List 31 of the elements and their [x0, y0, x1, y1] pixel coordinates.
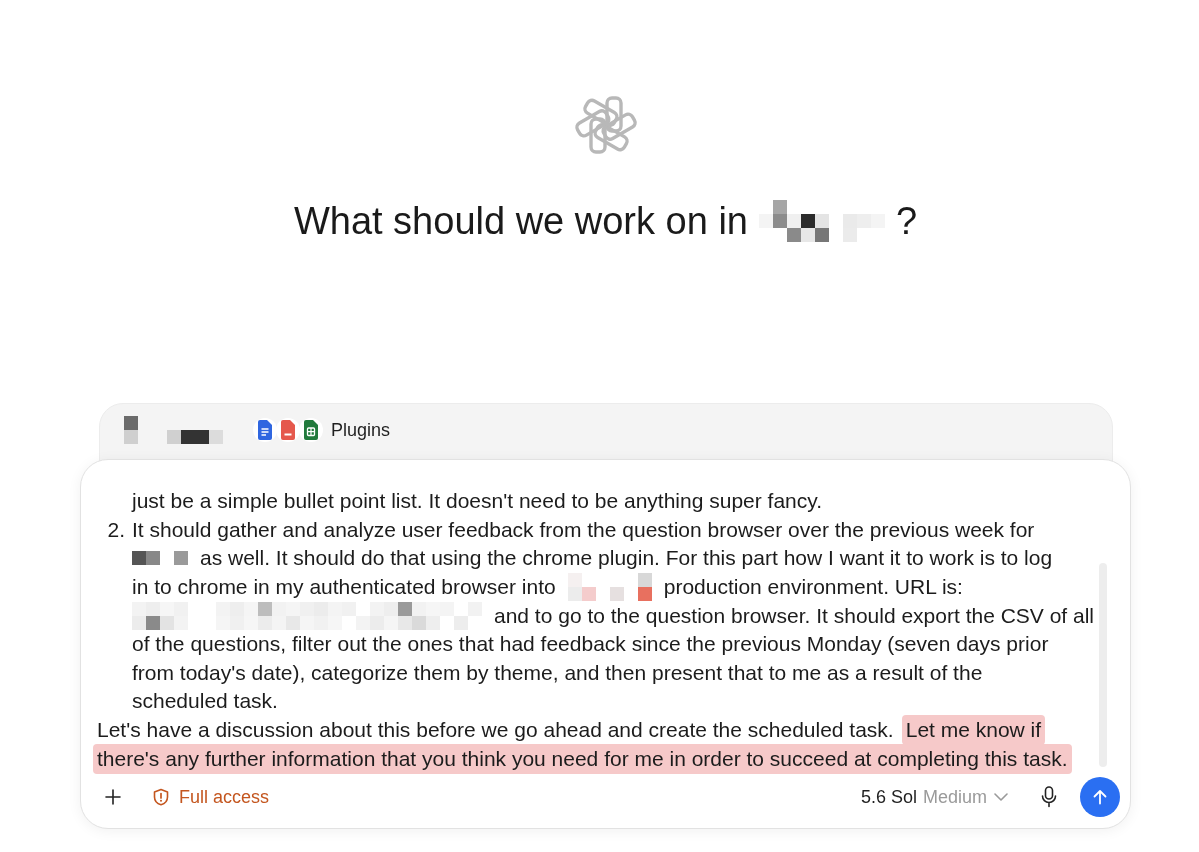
message-text: production environment. URL is:	[663, 574, 963, 601]
highlighted-text: Let me know if	[901, 715, 1046, 746]
chevron-down-icon	[994, 793, 1008, 801]
microphone-icon	[1040, 786, 1058, 808]
model-selector[interactable]: 5.6 Sol Medium	[860, 783, 1008, 811]
message-text: scheduled task.	[132, 688, 278, 715]
message-text: Let's have a discussion about this before we go ahead and create the scheduled task.	[97, 717, 894, 744]
pixelated-redaction	[132, 551, 188, 566]
file-icon	[276, 417, 300, 443]
shield-alert-icon	[152, 788, 170, 806]
spreadsheet-icon	[299, 417, 323, 443]
message-text: as well. It should do that using the chrome plugin. For this part how I want it to work is to log	[200, 545, 1053, 572]
message-text: It should gather and analyze user feedback from the question browser over the previous week for	[132, 516, 1035, 543]
arrow-up-icon	[1091, 788, 1109, 806]
page-heading: ?	[896, 199, 918, 244]
message-text: just be a simple bullet point list. It doesn't need to be anything super fancy.	[132, 488, 823, 515]
list-number: 2.	[107, 516, 125, 543]
highlighted-text: there's any further information that you think you need for me in order to succeed at completing this task.	[93, 743, 1072, 774]
pixelated-redaction	[124, 416, 138, 444]
message-text: in to chrome in my authenticated browser into	[132, 574, 556, 601]
pixelated-redaction	[167, 430, 223, 444]
message-text: and to go to the question browser. It should export the CSV of all	[494, 602, 1095, 629]
access-button[interactable]: Full access	[149, 783, 270, 811]
knot-logo-icon	[573, 93, 638, 157]
send-button[interactable]	[1080, 777, 1120, 817]
message-text: from today's date), categorize them by theme, and then present that to me as a result of the	[132, 659, 983, 686]
plus-icon	[105, 789, 121, 805]
plugins-button[interactable]: Plugins	[253, 416, 391, 444]
page-heading: What should we work on in	[293, 199, 748, 244]
message-text: of the questions, filter out the ones that had feedback since the previous Monday (seven days prior	[132, 631, 1049, 658]
document-icon	[253, 417, 277, 443]
